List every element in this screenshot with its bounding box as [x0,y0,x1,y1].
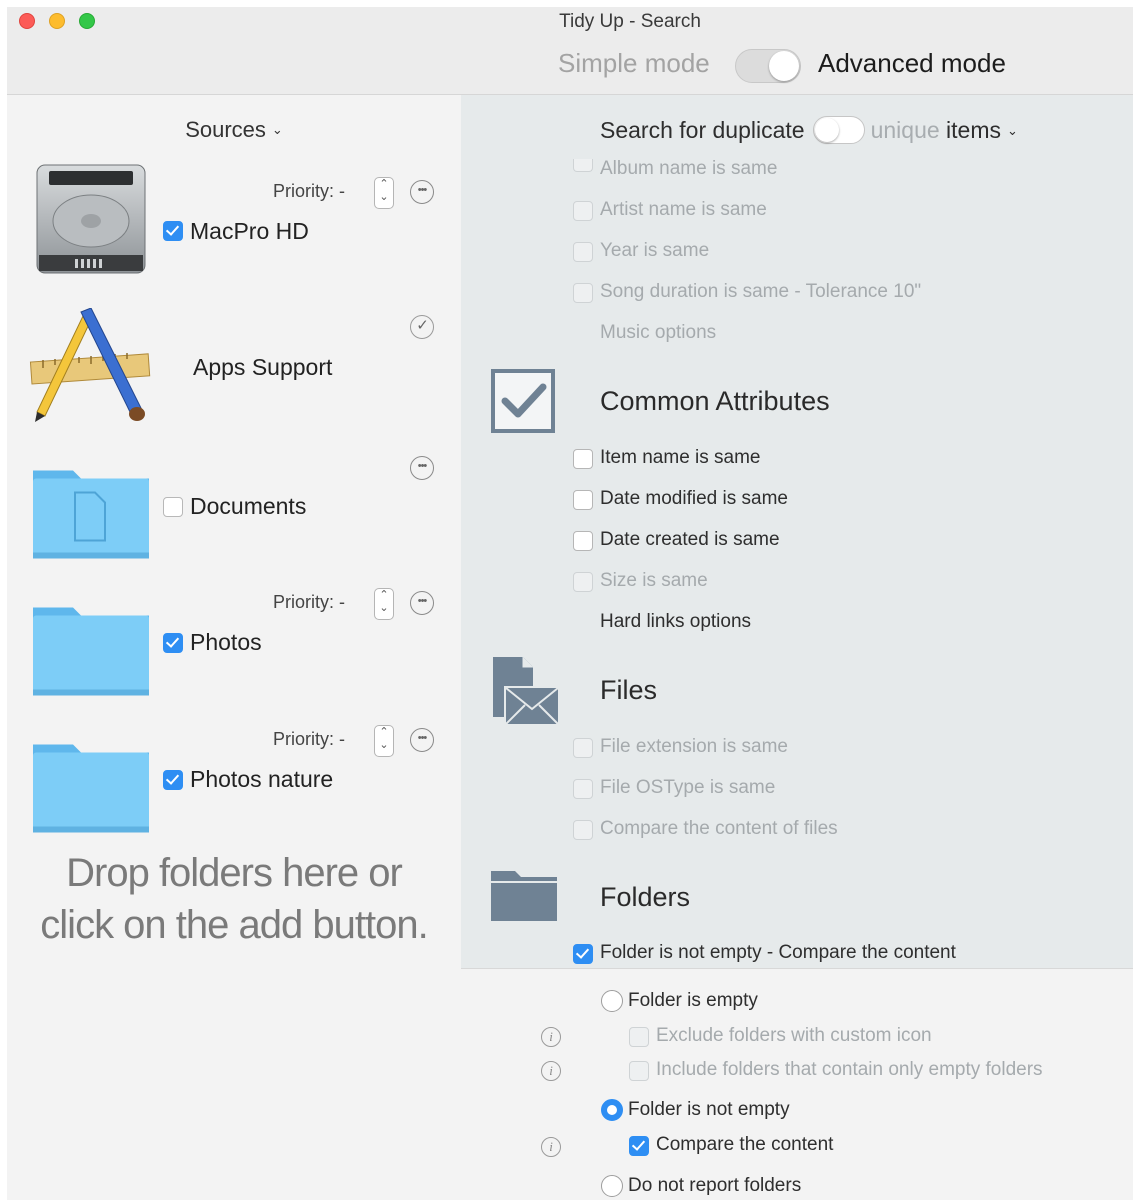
source-name: MacPro HD [190,218,309,244]
priority-stepper[interactable]: ⌃ ⌄ [374,725,394,757]
album-name-checkbox[interactable] [573,159,593,172]
size-checkbox[interactable] [573,572,593,592]
simple-mode-label[interactable]: Simple mode [558,48,710,79]
compare-files-option: Compare the content of files [600,818,838,839]
year-checkbox[interactable] [573,242,593,262]
folder-options-area: Folder is empty i Exclude folders with c… [461,968,1133,1200]
song-duration-option: Song duration is same - Tolerance 10" [600,281,922,302]
priority-stepper[interactable]: ⌃ ⌄ [374,588,394,620]
date-created-checkbox[interactable] [573,531,593,551]
priority-label: Priority: - [273,729,345,749]
do-not-report-radio[interactable] [601,1175,623,1197]
artist-name-option: Artist name is same [600,199,767,220]
applications-icon [29,308,151,422]
date-modified-option: Date modified is same [600,488,788,509]
file-ostype-option: File OSType is same [600,777,776,798]
search-mode-header: Search for duplicate unique items ⌄ [600,115,1018,146]
sources-panel: Sources⌄ Priority: - ⌃⌄ ••• MacPro HD [7,95,461,1200]
date-created-option: Date created is same [600,529,780,550]
album-name-option: Album name is same [600,158,778,179]
exclude-custom-icon-checkbox[interactable] [629,1027,649,1047]
chevron-down-icon: ⌄ [1007,123,1018,138]
info-icon[interactable]: i [541,1137,561,1157]
window-title: Tidy Up - Search [559,11,701,32]
source-name: Apps Support [193,354,333,380]
app-window: Tidy Up - Search Simple mode Advanced mo… [7,7,1133,1200]
info-icon[interactable]: i [541,1027,561,1047]
folder-not-empty-radio[interactable] [601,1099,623,1121]
priority-label: Priority: - [273,592,345,612]
priority-label: Priority: - [273,181,345,201]
music-options-link[interactable]: Music options [600,322,716,344]
duplicate-unique-toggle[interactable] [812,115,865,144]
do-not-report-label: Do not report folders [628,1175,802,1196]
exclude-custom-icon-option: Exclude folders with custom icon [656,1025,932,1046]
source-checkbox[interactable] [163,497,183,517]
unique-label: unique [870,117,940,143]
chevron-down-icon: ⌄ [271,122,283,137]
source-name: Photos nature [190,766,334,792]
include-empty-folders-option: Include folders that contain only empty … [656,1059,1043,1080]
more-options-icon[interactable]: ••• [410,591,434,615]
hard-links-options-link[interactable]: Hard links options [600,611,751,633]
item-name-checkbox[interactable] [573,449,593,469]
source-name: Photos [190,629,262,655]
options-panel: Search for duplicate unique items ⌄ Album … [461,95,1133,968]
more-options-icon[interactable]: ••• [410,180,434,204]
folder-section-icon [491,871,557,921]
source-item-photos[interactable]: Priority: - ⌃ ⌄ ••• Photos [7,582,461,712]
source-name: Documents [190,493,307,519]
priority-stepper[interactable]: ⌃ ⌄ [374,177,394,209]
toggle-knob [769,51,799,81]
folders-title: Folders [600,882,691,912]
files-title: Files [600,675,658,705]
file-extension-checkbox[interactable] [573,738,593,758]
mode-toggle[interactable] [735,49,801,83]
files-icon [493,657,560,726]
source-checkbox[interactable] [163,633,183,653]
year-option: Year is same [600,240,710,261]
documents-folder-icon [33,470,149,559]
folder-icon [33,744,149,833]
source-checkbox[interactable] [163,221,183,241]
compare-content-checkbox[interactable] [629,1136,649,1156]
hard-drive-icon [36,164,146,274]
compare-content-option: Compare the content [656,1134,834,1155]
folder-empty-radio[interactable] [601,990,623,1012]
folder-summary-checkbox[interactable] [573,944,593,964]
source-item-documents[interactable]: ••• Documents [7,445,461,575]
include-empty-folders-checkbox[interactable] [629,1061,649,1081]
file-extension-option: File extension is same [600,736,788,757]
compare-files-checkbox[interactable] [573,820,593,840]
sources-menu[interactable]: Sources ⌄ [7,117,461,143]
checkbox-section-icon [491,369,555,433]
source-item-macpro-hd[interactable]: Priority: - ⌃ ⌄ ••• MacPro HD [7,155,461,285]
checkmark-icon[interactable]: ✓ [410,315,434,339]
search-prefix: Search for duplicate [600,117,805,143]
folder-icon [33,607,149,696]
folder-summary-option: Folder is not empty - Compare the conten… [600,942,956,963]
file-ostype-checkbox[interactable] [573,779,593,799]
folder-empty-label: Folder is empty [628,990,758,1011]
source-checkbox[interactable] [163,770,183,790]
date-modified-checkbox[interactable] [573,490,593,510]
more-options-icon[interactable]: ••• [410,456,434,480]
folder-not-empty-label: Folder is not empty [628,1099,790,1120]
common-attributes-title: Common Attributes [600,386,830,416]
toggle-knob [814,117,839,142]
info-icon[interactable]: i [541,1061,561,1081]
source-item-photos-nature[interactable]: Priority: - ⌃ ⌄ ••• Photos nature [7,719,461,849]
drop-zone-hint[interactable]: Drop folders here or click on the add bu… [7,847,461,951]
source-item-apps-support[interactable]: ✓ Apps Support [7,300,461,430]
artist-name-checkbox[interactable] [573,201,593,221]
more-options-icon[interactable]: ••• [410,728,434,752]
advanced-mode-label[interactable]: Advanced mode [818,48,1006,79]
song-duration-checkbox[interactable] [573,283,593,303]
item-name-option: Item name is same [600,447,761,468]
items-menu[interactable]: items ⌄ [946,117,1018,143]
title-bar: Tidy Up - Search Simple mode Advanced mo… [7,7,1133,95]
size-option: Size is same [600,570,708,591]
